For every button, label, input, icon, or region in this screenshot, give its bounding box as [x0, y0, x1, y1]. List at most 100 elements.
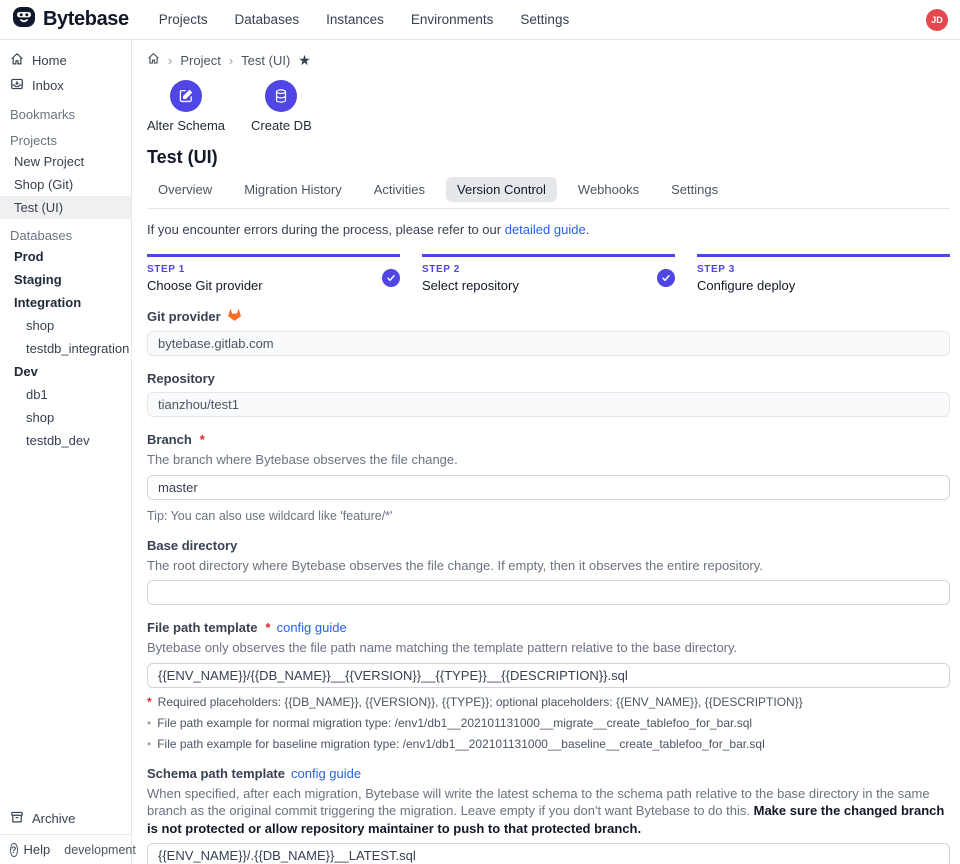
nav-environments[interactable]: Environments	[411, 12, 494, 27]
tab-version-control[interactable]: Version Control	[446, 177, 557, 202]
breadcrumb: › Project › Test (UI) ★	[147, 52, 950, 68]
tab-migration-history[interactable]: Migration History	[233, 177, 353, 202]
notice-suffix: .	[586, 222, 590, 237]
help-icon: ?	[10, 843, 18, 857]
alter-schema-button[interactable]: Alter Schema	[147, 80, 225, 133]
breadcrumb-current[interactable]: Test (UI)	[241, 53, 290, 68]
tab-overview[interactable]: Overview	[147, 177, 223, 202]
schema-path-config-guide-link[interactable]: config guide	[291, 766, 361, 781]
sidebar-env-integration[interactable]: Integration	[0, 291, 131, 314]
file-path-template-description: Bytebase only observes the file path nam…	[147, 639, 950, 657]
sidebar-item-help[interactable]: ? Help development	[0, 834, 131, 864]
file-path-config-guide-link[interactable]: config guide	[277, 620, 347, 635]
repository-input	[147, 392, 950, 417]
sidebar-env-dev[interactable]: Dev	[0, 360, 131, 383]
main-content: › Project › Test (UI) ★ Alter Schema	[132, 40, 960, 864]
vcs-config-form: Git provider Repository Branch* The bran…	[147, 308, 950, 864]
create-db-button[interactable]: Create DB	[251, 80, 312, 133]
branch-field: Branch* The branch where Bytebase observ…	[147, 432, 950, 523]
file-path-template-field: File path template* config guide Bytebas…	[147, 620, 950, 751]
schema-path-template-field: Schema path template config guide When s…	[147, 766, 950, 864]
create-db-label: Create DB	[251, 118, 312, 133]
schema-path-template-label: Schema path template	[147, 766, 285, 781]
sidebar-item-test-ui[interactable]: Test (UI)	[0, 196, 131, 219]
repository-field: Repository	[147, 371, 950, 417]
step-2: STEP 2 Select repository	[422, 254, 675, 293]
detailed-guide-link[interactable]: detailed guide	[505, 222, 586, 237]
alter-schema-label: Alter Schema	[147, 118, 225, 133]
file-path-note-required: * Required placeholders: {{DB_NAME}}, {{…	[147, 695, 950, 709]
bookmark-star-icon[interactable]: ★	[298, 53, 311, 67]
sidebar-db-testdb-dev[interactable]: testdb_dev	[0, 429, 131, 452]
step-2-title: Select repository	[422, 278, 519, 293]
file-path-template-input[interactable]	[147, 663, 950, 688]
nav-settings[interactable]: Settings	[520, 12, 569, 27]
nav-instances[interactable]: Instances	[326, 12, 384, 27]
file-path-note-example-baseline: • File path example for baseline migrati…	[147, 737, 950, 751]
sidebar-help-label: Help	[24, 842, 51, 857]
breadcrumb-home-icon[interactable]	[147, 52, 160, 68]
sidebar-home-label: Home	[32, 53, 67, 68]
build-version-label: development	[64, 843, 136, 857]
edit-pencil-icon	[170, 80, 202, 112]
tab-webhooks[interactable]: Webhooks	[567, 177, 650, 202]
breadcrumb-project[interactable]: Project	[180, 53, 220, 68]
file-path-note-example-normal: • File path example for normal migration…	[147, 716, 950, 730]
base-directory-input[interactable]	[147, 580, 950, 605]
branch-label: Branch	[147, 432, 192, 447]
home-icon	[10, 52, 24, 69]
sidebar-item-archive[interactable]: Archive	[0, 803, 131, 834]
sidebar-item-home[interactable]: Home	[0, 48, 131, 73]
tab-settings[interactable]: Settings	[660, 177, 729, 202]
sidebar-item-new-project[interactable]: New Project	[0, 150, 131, 173]
archive-icon	[10, 810, 24, 827]
git-provider-label: Git provider	[147, 309, 221, 324]
sidebar-db-testdb-integration[interactable]: testdb_integration	[0, 337, 131, 360]
database-icon	[265, 80, 297, 112]
quick-actions: Alter Schema Create DB	[147, 80, 950, 133]
sidebar-section-databases: Databases	[0, 222, 131, 245]
step-1-label: STEP 1	[147, 264, 263, 275]
sidebar-db-shop-integration[interactable]: shop	[0, 314, 131, 337]
git-provider-input	[147, 331, 950, 356]
repository-label: Repository	[147, 371, 215, 386]
step-3: STEP 3 Configure deploy	[697, 254, 950, 293]
base-directory-label: Base directory	[147, 538, 237, 553]
note-text: File path example for baseline migration…	[157, 737, 765, 751]
base-directory-description: The root directory where Bytebase observ…	[147, 557, 950, 575]
sidebar-bottom: Archive ? Help development	[0, 803, 131, 864]
note-text: File path example for normal migration t…	[157, 716, 752, 730]
note-bullet: •	[147, 716, 151, 730]
step-1-check-icon	[382, 269, 400, 287]
bytebase-logo-icon	[12, 5, 36, 34]
tab-activities[interactable]: Activities	[363, 177, 436, 202]
sidebar-section-bookmarks: Bookmarks	[0, 101, 131, 124]
sidebar-env-prod[interactable]: Prod	[0, 245, 131, 268]
sidebar-db-db1[interactable]: db1	[0, 383, 131, 406]
sidebar-db-shop-dev[interactable]: shop	[0, 406, 131, 429]
user-avatar[interactable]: JD	[926, 9, 948, 31]
step-1-title: Choose Git provider	[147, 278, 263, 293]
step-2-check-icon	[657, 269, 675, 287]
sidebar-item-shop-git[interactable]: Shop (Git)	[0, 173, 131, 196]
note-text: Required placeholders: {{DB_NAME}}, {{VE…	[158, 695, 803, 709]
breadcrumb-separator-icon: ›	[168, 53, 172, 68]
required-asterisk: *	[266, 620, 271, 635]
step-1: STEP 1 Choose Git provider	[147, 254, 400, 293]
required-asterisk: *	[200, 432, 205, 447]
sidebar-inbox-label: Inbox	[32, 78, 64, 93]
schema-path-template-input[interactable]	[147, 843, 950, 864]
sidebar-env-staging[interactable]: Staging	[0, 268, 131, 291]
sidebar-item-inbox[interactable]: Inbox	[0, 73, 131, 98]
step-2-label: STEP 2	[422, 264, 519, 275]
base-directory-field: Base directory The root directory where …	[147, 538, 950, 606]
git-provider-field: Git provider	[147, 308, 950, 356]
gitlab-icon	[227, 308, 242, 325]
branch-input[interactable]	[147, 475, 950, 500]
nav-databases[interactable]: Databases	[235, 12, 300, 27]
nav-projects[interactable]: Projects	[159, 12, 208, 27]
error-help-notice: If you encounter errors during the proce…	[147, 222, 950, 237]
branch-tip: Tip: You can also use wildcard like 'fea…	[147, 509, 950, 523]
step-3-label: STEP 3	[697, 264, 795, 275]
bytebase-logo[interactable]: Bytebase	[12, 5, 129, 34]
